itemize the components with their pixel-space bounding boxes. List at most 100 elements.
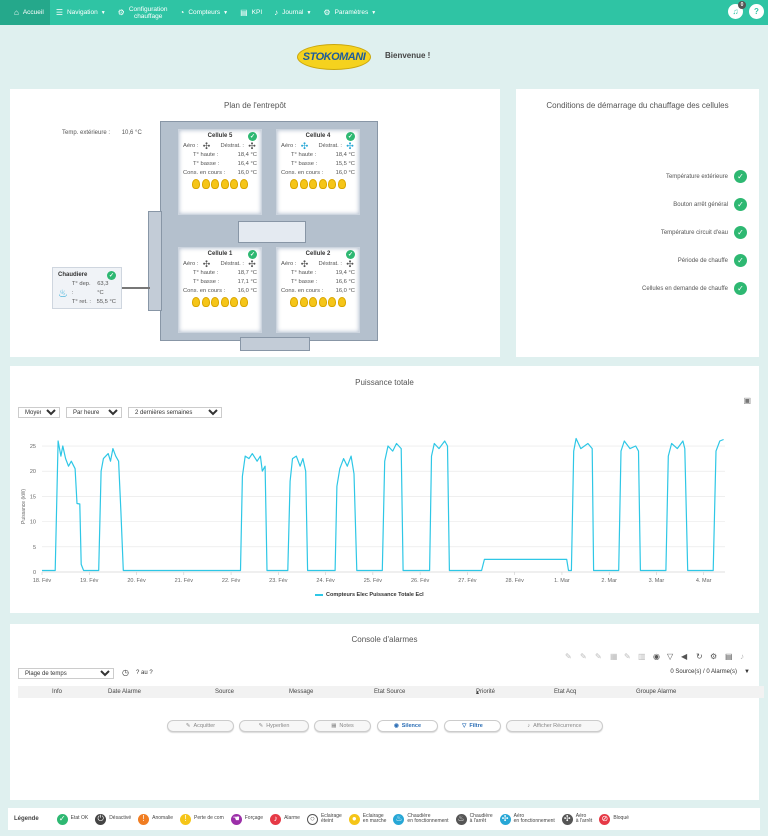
- report-icon[interactable]: ▤: [725, 652, 733, 661]
- bulb-on-icon: [328, 297, 337, 307]
- bulb-on-icon: [318, 179, 327, 189]
- warehouse-plan: Cellule 5 ✓ Aéro : ✣ Déstrat. : ✣ T° haute :…: [148, 121, 378, 351]
- lighting-bulbs: [281, 179, 355, 189]
- chart-icon: ▤: [240, 8, 248, 17]
- hyperlink-button[interactable]: ✎ Hyperlien: [239, 720, 309, 732]
- chevron-down-icon: ▼: [223, 9, 229, 16]
- nav-navigation[interactable]: ☰ Navigation ▼: [50, 0, 112, 25]
- chart-legend[interactable]: Compteurs Elec Puissance Totale Ecl: [315, 592, 424, 598]
- x-tick-label: 27. Fév: [458, 578, 477, 584]
- edit-icon[interactable]: ✎: [624, 652, 631, 661]
- conditions-panel: Conditions de démarrage du chauffage des…: [516, 89, 759, 357]
- chevron-down-icon[interactable]: ▼: [744, 669, 750, 675]
- acknowledge-icon[interactable]: ✎: [565, 652, 572, 661]
- bulb-on-icon: [230, 297, 239, 307]
- col-date[interactable]: Date Alarme: [108, 689, 141, 695]
- cell-1[interactable]: Cellule 1 ✓ Aéro : ✣ Déstrat. : ✣ T° haute :…: [178, 247, 262, 333]
- col-message[interactable]: Message: [289, 689, 313, 695]
- flame-off-icon: ♨: [455, 813, 467, 825]
- filter-icon[interactable]: ▽: [667, 652, 673, 661]
- x-tick-label: 4. Mar: [696, 578, 712, 584]
- flame-icon: ♨: [58, 288, 68, 300]
- silence-icon: ◉: [393, 723, 399, 729]
- x-tick-label: 19. Fév: [80, 578, 99, 584]
- warehouse-title: Plan de l'entrepôt: [223, 101, 286, 110]
- series-line: [42, 437, 724, 572]
- silence-icon[interactable]: ◉: [653, 652, 660, 661]
- gear-icon: ⚙: [323, 8, 331, 17]
- volume-icon[interactable]: ◀: [681, 652, 687, 661]
- legend-marker: [315, 594, 323, 596]
- destrat-off-icon: ✣: [248, 141, 256, 151]
- col-state-ack[interactable]: Etat Acq: [554, 689, 576, 695]
- nav-kpi[interactable]: ▤ KPI: [234, 0, 268, 25]
- notifications-button[interactable]: ♫ 0: [728, 1, 746, 19]
- y-tick-label: 15: [30, 494, 36, 500]
- refresh-icon[interactable]: ↻: [696, 652, 703, 661]
- bulb-on-icon: [192, 179, 201, 189]
- notes-icon[interactable]: ✎: [595, 652, 602, 661]
- aggregation-select[interactable]: Moyenne: [18, 407, 60, 418]
- time-range-text: ? au ?: [136, 670, 153, 676]
- status-ok-icon: ✓: [734, 282, 747, 295]
- x-tick-label: 22. Fév: [222, 578, 241, 584]
- col-info[interactable]: Info: [52, 689, 62, 695]
- nav-journal[interactable]: ♪ Journal ▼: [268, 0, 317, 25]
- clock-icon[interactable]: ◷: [122, 668, 129, 677]
- period-select[interactable]: 2 dernières semaines: [128, 407, 222, 418]
- y-tick-label: 10: [30, 520, 36, 526]
- interval-select[interactable]: Par heure: [66, 407, 122, 418]
- nav-config-heating[interactable]: ⚙ Configuration chauffage: [112, 0, 174, 25]
- condition-row: Période de chauffe ✓: [678, 254, 747, 267]
- silence-button[interactable]: ◉ Silence: [377, 720, 438, 732]
- acknowledge-button[interactable]: ✎ Acquitter: [167, 720, 234, 732]
- bell-icon[interactable]: ♪: [740, 652, 744, 661]
- x-tick-label: 21. Fév: [175, 578, 194, 584]
- boiler-card[interactable]: Chaudiere ✓ ♨ T° dep. :63,3 °C T° ret. :5…: [52, 267, 122, 309]
- aero-on-icon: ✣: [300, 141, 309, 151]
- x-tick-label: 26. Fév: [411, 578, 430, 584]
- export-icon[interactable]: ▣: [743, 396, 751, 405]
- col-state-source[interactable]: Etat Source: [374, 689, 405, 695]
- cell-2[interactable]: Cellule 2 ✓ Aéro : ✣ Déstrat. : ✣ T° haute :…: [276, 247, 360, 333]
- legend-item: ✣ Aéro à l'arrêt: [561, 813, 592, 825]
- filter-button[interactable]: ▽ Filtre: [444, 720, 501, 732]
- image-icon[interactable]: ▦: [610, 652, 618, 661]
- col-alarm-group[interactable]: Groupe Alarme: [636, 689, 676, 695]
- nav-home[interactable]: ⌂ Accueil: [0, 0, 50, 25]
- status-legend: Légende ✓ Etat OK ⏻ Désactivé ! Anomalie ! Pert…: [8, 808, 760, 830]
- x-tick-label: 28. Fév: [505, 578, 524, 584]
- left-annex: [148, 211, 162, 311]
- filter-icon: ▽: [462, 723, 467, 729]
- legend-item: ✓ Etat OK: [56, 813, 88, 825]
- nav-meters[interactable]: ◔ Compteurs ▼: [174, 0, 235, 25]
- bulb-on-icon: [201, 179, 210, 189]
- time-range-select[interactable]: Plage de temps: [18, 668, 114, 679]
- help-button[interactable]: ?: [749, 4, 764, 19]
- legend-item: ! Anomalie: [138, 813, 173, 825]
- notes-button[interactable]: ▦ Notes: [314, 720, 371, 732]
- hyperlink-icon[interactable]: ✎: [580, 652, 587, 661]
- x-tick-label: 18. Fév: [33, 578, 52, 584]
- condition-row: Bouton arrêt général ✓: [673, 198, 747, 211]
- settings-icon[interactable]: ⚙: [710, 652, 717, 661]
- chevron-down-icon: ▼: [100, 9, 106, 16]
- hand-icon: ☚: [230, 813, 242, 825]
- col-source[interactable]: Source: [215, 689, 234, 695]
- x-tick-label: 23. Fév: [269, 578, 288, 584]
- nav-right-actions: ♫ 0 ?: [728, 1, 764, 19]
- show-recurrence-button[interactable]: ♪ Afficher Récurrence: [506, 720, 603, 732]
- legend-item: ⏻ Désactivé: [95, 813, 131, 825]
- cell-4[interactable]: Cellule 4 ✓ Aéro : ✣ Déstrat. : ✣ T° haute :…: [276, 129, 360, 215]
- legend-item: ! Perte de com: [180, 813, 224, 825]
- aero-off-icon: ✣: [202, 259, 211, 269]
- cell-5[interactable]: Cellule 5 ✓ Aéro : ✣ Déstrat. : ✣ T° haute :…: [178, 129, 262, 215]
- bulb-on-icon: ●: [348, 813, 360, 825]
- columns-icon[interactable]: ▥: [638, 652, 646, 661]
- y-tick-label: 5: [33, 545, 36, 551]
- x-tick-label: 24. Fév: [316, 578, 335, 584]
- bulb-on-icon: [239, 297, 248, 307]
- condition-row: Température circuit d'eau ✓: [661, 226, 747, 239]
- nav-settings[interactable]: ⚙ Paramètres ▼: [317, 0, 382, 25]
- col-priority[interactable]: Priorité ▴: [476, 689, 495, 696]
